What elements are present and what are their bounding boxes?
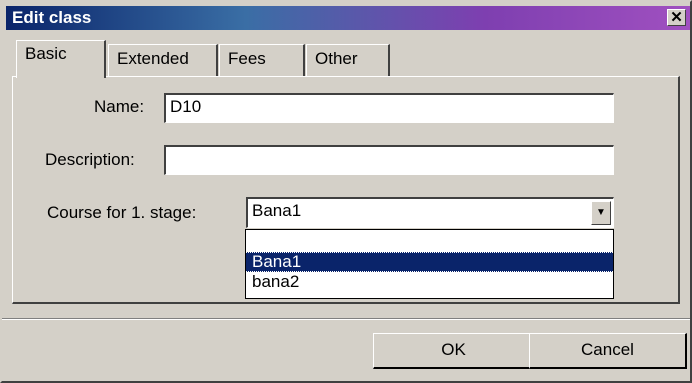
title-bar[interactable]: Edit class ✕ bbox=[6, 6, 690, 30]
course-option-bana1[interactable]: Bana1 bbox=[246, 252, 613, 272]
tab-extended-label: Extended bbox=[117, 49, 189, 68]
course-dropdown-list: Bana1 bana2 bbox=[245, 229, 614, 299]
window-title: Edit class bbox=[12, 8, 92, 27]
tab-fees[interactable]: Fees bbox=[219, 44, 305, 76]
button-separator bbox=[2, 318, 690, 320]
chevron-down-icon: ▼ bbox=[596, 207, 606, 218]
close-icon: ✕ bbox=[670, 9, 683, 26]
name-label: Name: bbox=[94, 97, 145, 116]
tab-fees-label: Fees bbox=[228, 49, 266, 68]
cancel-button[interactable]: Cancel bbox=[529, 333, 687, 369]
tab-other-label: Other bbox=[315, 49, 358, 68]
tab-basic[interactable]: Basic bbox=[16, 40, 106, 78]
course-option-empty[interactable] bbox=[246, 230, 613, 252]
description-field[interactable] bbox=[164, 145, 614, 175]
tab-other[interactable]: Other bbox=[306, 44, 390, 76]
combo-dropdown-button[interactable]: ▼ bbox=[591, 201, 611, 225]
name-field[interactable]: D10 bbox=[164, 93, 614, 123]
ok-label: OK bbox=[441, 340, 466, 359]
name-value: D10 bbox=[170, 97, 202, 116]
course-value: Bana1 bbox=[252, 201, 302, 220]
description-label: Description: bbox=[45, 150, 135, 169]
close-button[interactable]: ✕ bbox=[667, 9, 686, 26]
course-label: Course for 1. stage: bbox=[47, 203, 197, 222]
tab-basic-label: Basic bbox=[25, 44, 67, 63]
course-combobox[interactable]: Bana1 ▼ bbox=[246, 197, 614, 228]
tab-extended[interactable]: Extended bbox=[108, 44, 218, 76]
course-option-bana2[interactable]: bana2 bbox=[246, 272, 613, 292]
ok-button[interactable]: OK bbox=[373, 333, 535, 369]
cancel-label: Cancel bbox=[581, 340, 634, 359]
